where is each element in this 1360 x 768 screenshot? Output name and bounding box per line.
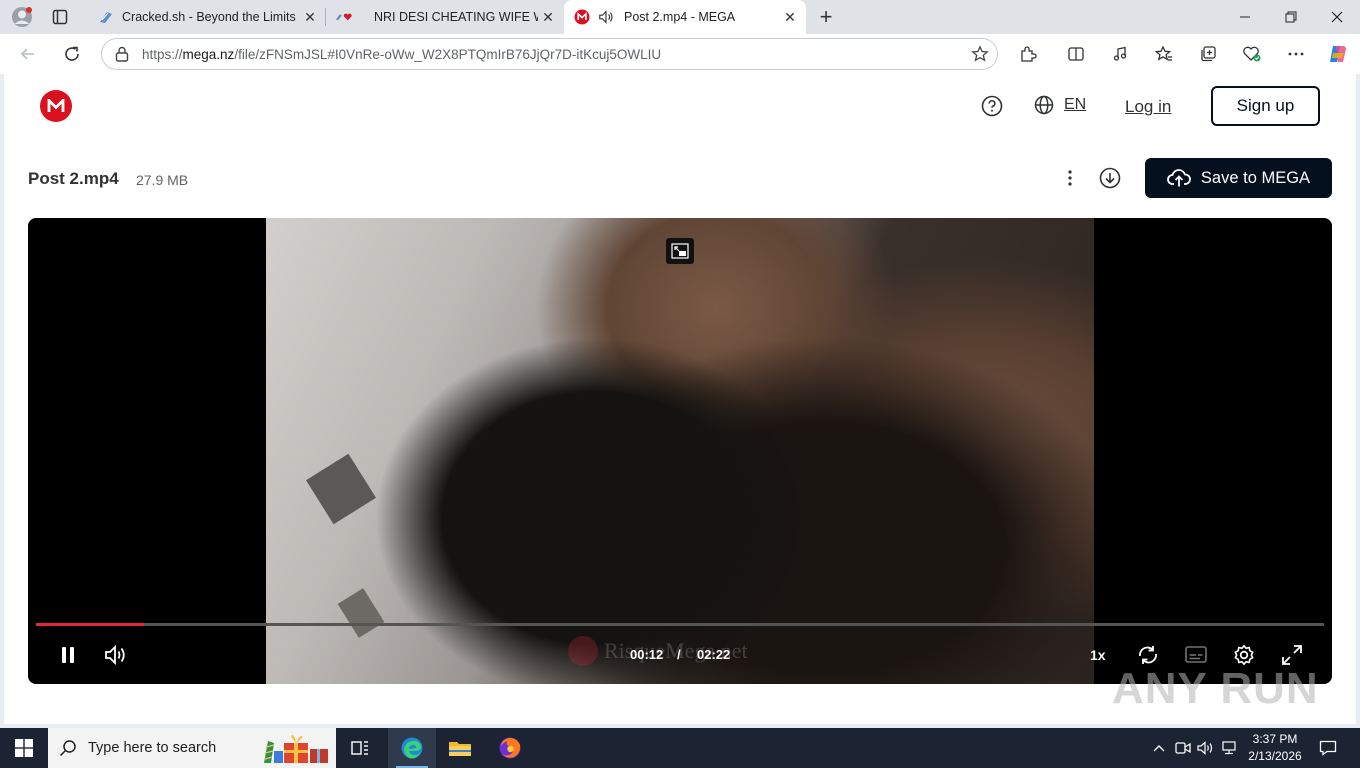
new-tab-icon[interactable]: + — [814, 4, 838, 29]
progress-fill — [36, 623, 145, 626]
clock-time: 3:37 PM — [1252, 732, 1298, 746]
language-label: EN — [1064, 96, 1087, 113]
tab-actions-icon[interactable] — [48, 5, 72, 29]
tab-mega-active[interactable]: Post 2.mp4 - MEGA ✕ — [564, 0, 806, 34]
browser-toolbar: https://mega.nz/file/zFNSmJSL#I0VnRe-oWw… — [0, 34, 1360, 74]
file-name: Post 2.mp4 — [28, 169, 119, 188]
search-placeholder: Type here to search — [88, 740, 217, 756]
help-icon[interactable] — [980, 94, 1004, 118]
browser-tab-strip: Cracked.sh - Beyond the Limits ✕ NRI DES… — [0, 0, 1360, 34]
tab-close-icon[interactable]: ✕ — [300, 7, 320, 27]
cracked-favicon-icon — [98, 9, 114, 25]
time-separator: / — [677, 647, 681, 662]
page-viewport: EN Log in Sign up Post 2.mp4 27.9 MB Sav… — [4, 74, 1356, 724]
pause-icon[interactable] — [56, 643, 80, 667]
cloud-upload-icon — [1167, 169, 1191, 187]
login-link[interactable]: Log in — [1125, 97, 1171, 117]
mega-favicon-icon — [574, 9, 590, 25]
signup-button[interactable]: Sign up — [1211, 86, 1320, 126]
speaker-audio-icon[interactable] — [598, 9, 614, 25]
tab-title: Post 2.mp4 - MEGA — [624, 10, 736, 24]
volume-tray-icon[interactable] — [1196, 728, 1216, 768]
profile-avatar-icon[interactable] — [10, 5, 34, 29]
progress-bar[interactable] — [36, 623, 1324, 626]
favorite-star-icon[interactable] — [963, 45, 997, 63]
playback-speed[interactable]: 1x — [1090, 647, 1106, 663]
show-hidden-icons-icon[interactable] — [1150, 728, 1168, 768]
address-bar[interactable]: https://mega.nz/file/zFNSmJSL#I0VnRe-oWw… — [101, 38, 998, 70]
edge-taskbar-icon[interactable] — [388, 728, 436, 768]
search-icon — [48, 739, 88, 757]
more-options-icon[interactable] — [1282, 40, 1310, 68]
duration: 02:22 — [697, 647, 731, 662]
meet-camera-icon[interactable] — [1174, 728, 1192, 768]
taskbar-search-box[interactable]: Type here to search — [48, 728, 336, 768]
clock-date: 2/13/2026 — [1248, 749, 1302, 763]
current-time: 00:12 — [630, 647, 664, 662]
extensions-icon[interactable] — [1014, 40, 1042, 68]
taskbar-clock[interactable]: 3:37 PM 2/13/2026 — [1244, 731, 1306, 765]
windows-start-icon[interactable] — [0, 728, 48, 768]
network-icon[interactable] — [1220, 728, 1240, 768]
video-frame[interactable] — [266, 218, 1094, 684]
tab-title: NRI DESI CHEATING WIFE WIT — [374, 10, 538, 24]
kebab-menu-icon[interactable] — [1058, 166, 1082, 190]
firefox-icon[interactable] — [486, 728, 534, 768]
download-icon[interactable] — [1098, 166, 1122, 190]
anyrun-watermark: ANY RUN — [1112, 664, 1319, 713]
refresh-icon[interactable] — [58, 40, 86, 68]
task-view-icon[interactable] — [336, 728, 384, 768]
tab-close-icon[interactable]: ✕ — [780, 7, 800, 27]
browser-essentials-icon[interactable] — [1238, 40, 1266, 68]
minimize-icon[interactable] — [1222, 0, 1268, 34]
video-player[interactable]: RisqueMega.net 00:12 / 02:22 1x — [28, 218, 1332, 684]
collections-icon[interactable] — [1194, 40, 1222, 68]
tab-cracked[interactable]: Cracked.sh - Beyond the Limits ✕ — [88, 0, 326, 34]
volume-icon[interactable] — [102, 642, 130, 668]
language-selector[interactable]: EN — [1034, 95, 1086, 115]
lock-icon[interactable] — [102, 46, 142, 62]
picture-in-picture-icon[interactable] — [666, 238, 694, 264]
mega-logo-icon[interactable] — [40, 90, 72, 122]
heart-favicon-icon — [336, 9, 352, 25]
close-window-icon[interactable] — [1314, 0, 1360, 34]
windows-taskbar: Type here to search 3:37 PM 2/13/2026 — [0, 728, 1360, 768]
globe-icon — [1034, 95, 1054, 115]
tab-close-icon[interactable]: ✕ — [538, 7, 558, 27]
gifts-widget-icon[interactable] — [262, 733, 334, 768]
tab-nri[interactable]: NRI DESI CHEATING WIFE WIT ✕ — [326, 0, 564, 34]
restore-icon[interactable] — [1268, 0, 1314, 34]
tab-title: Cracked.sh - Beyond the Limits — [122, 10, 296, 24]
notifications-icon[interactable] — [1314, 728, 1342, 768]
split-screen-icon[interactable] — [1062, 40, 1090, 68]
file-size: 27.9 MB — [136, 172, 189, 188]
save-to-mega-label: Save to MEGA — [1200, 168, 1311, 187]
back-arrow-icon[interactable] — [14, 40, 42, 68]
file-explorer-icon[interactable] — [436, 728, 484, 768]
copilot-icon[interactable] — [1324, 40, 1352, 68]
favorites-icon[interactable] — [1150, 40, 1178, 68]
media-control-icon[interactable] — [1106, 40, 1134, 68]
save-to-mega-button[interactable]: Save to MEGA — [1145, 158, 1332, 198]
url-text[interactable]: https://mega.nz/file/zFNSmJSL#I0VnRe-oWw… — [142, 47, 963, 62]
